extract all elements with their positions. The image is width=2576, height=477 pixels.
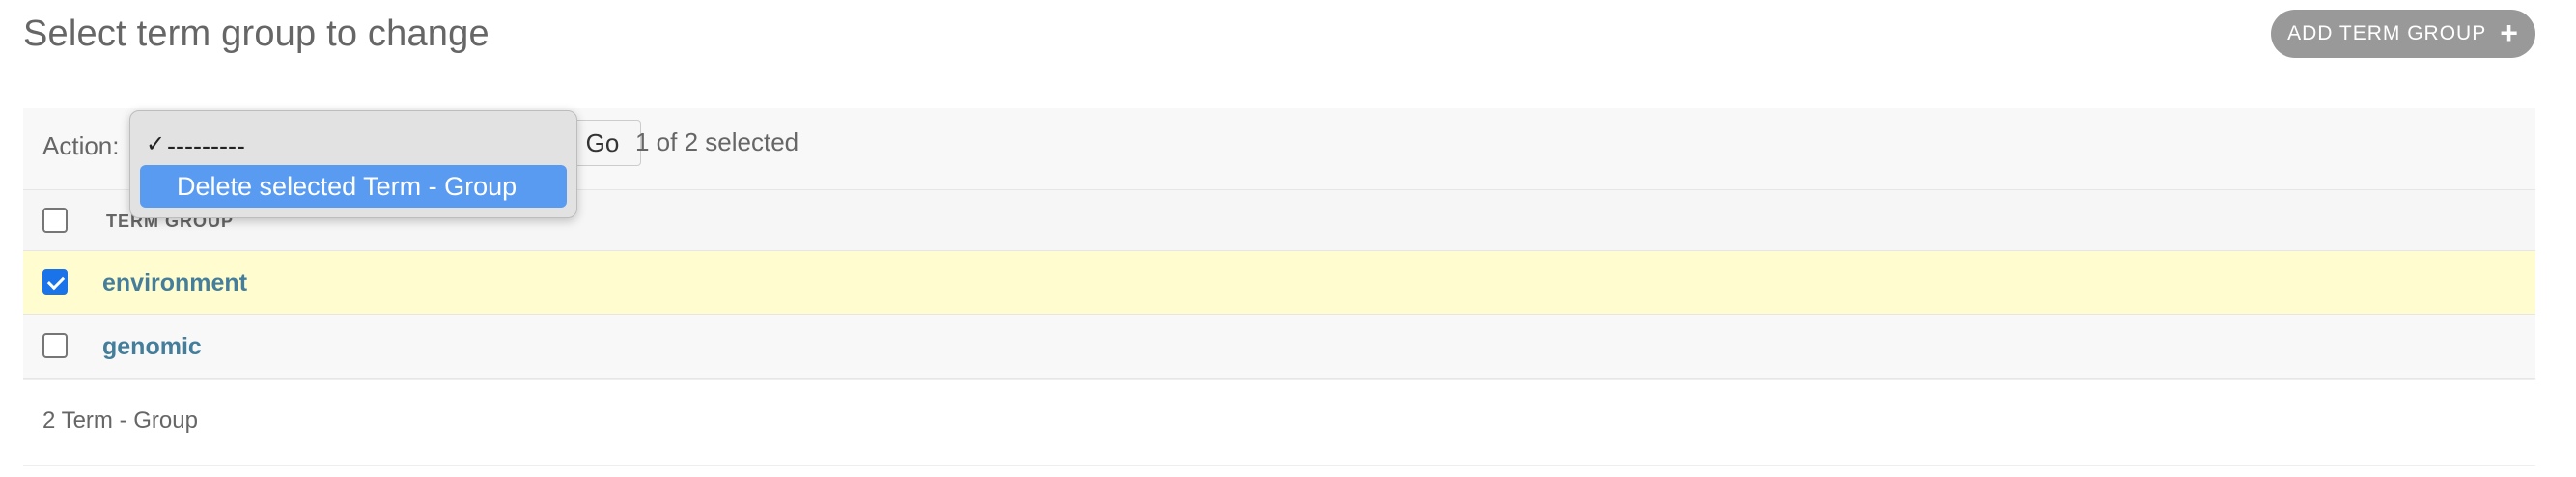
checkmark-icon: ✓ — [146, 131, 166, 157]
action-option-delete[interactable]: Delete selected Term - Group — [140, 165, 567, 208]
plus-icon: + — [2500, 14, 2519, 50]
table-row: genomic — [23, 315, 2535, 379]
row-checkbox[interactable] — [42, 333, 68, 358]
add-term-group-button[interactable]: ADD TERM GROUP + — [2271, 10, 2535, 58]
table-row: environment — [23, 251, 2535, 315]
row-checkbox[interactable] — [42, 269, 68, 295]
add-term-group-label: ADD TERM GROUP — [2287, 22, 2487, 44]
page-title: Select term group to change — [23, 14, 490, 54]
action-option-none[interactable]: ✓ --------- — [140, 125, 567, 167]
action-option-delete-label: Delete selected Term - Group — [177, 171, 518, 201]
action-label: Action: — [42, 131, 120, 160]
term-group-link[interactable]: environment — [102, 269, 247, 297]
select-all-checkbox[interactable] — [42, 208, 68, 233]
selection-counter: 1 of 2 selected — [635, 127, 799, 156]
result-count: 2 Term - Group — [23, 379, 2535, 466]
action-option-none-label: --------- — [167, 130, 245, 160]
result-count-label: 2 Term - Group — [42, 407, 198, 434]
action-select-dropdown[interactable]: ✓ --------- Delete selected Term - Group — [129, 110, 577, 218]
term-group-link[interactable]: genomic — [102, 333, 202, 361]
